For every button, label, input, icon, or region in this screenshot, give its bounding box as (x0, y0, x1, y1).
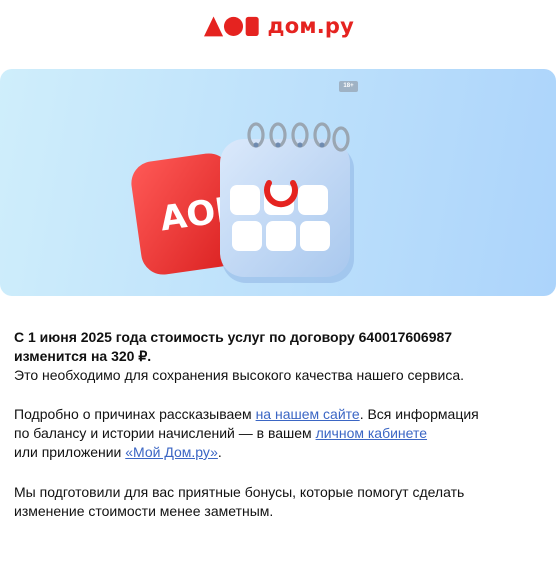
details-text-4: или приложении (14, 444, 126, 460)
dom-ru-logo-text: дом.ру (267, 14, 354, 38)
dom-ru-logo-mark-icon (204, 16, 259, 37)
details-text-5: . (217, 444, 222, 460)
calendar-icon (220, 122, 354, 283)
age-rating-badge: 18+ (339, 81, 358, 92)
site-link[interactable]: на нашем сайте (256, 406, 360, 422)
details-text-1: Подробно о причинах рассказываем (14, 406, 256, 422)
dom-ru-logo[interactable]: дом.ру (204, 13, 354, 39)
price-change-heading-line1: С 1 июня 2025 года стоимость услуг по до… (14, 329, 453, 345)
bonus-text-line2: изменение стоимости менее заметным. (14, 503, 274, 519)
bonus-paragraph: Мы подготовили для вас приятные бонусы, … (14, 483, 534, 521)
personal-cabinet-link[interactable]: личном кабинете (316, 425, 427, 441)
price-change-heading: С 1 июня 2025 года стоимость услуг по до… (14, 328, 534, 366)
bonus-text-line1: Мы подготовили для вас приятные бонусы, … (14, 484, 465, 500)
promo-banner: 18+ АОЙ (0, 69, 556, 296)
details-text-2: . Вся информация (359, 406, 479, 422)
details-text-3: по балансу и истории начислений — в ваше… (14, 425, 316, 441)
calendar-illustration: АОЙ (131, 122, 354, 283)
email-body: С 1 июня 2025 года стоимость услуг по до… (14, 328, 534, 521)
reason-text: Это необходимо для сохранения высокого к… (14, 367, 465, 383)
email-header: дом.ру (0, 0, 556, 64)
my-dom-ru-app-link[interactable]: «Мой Дом.ру» (125, 444, 218, 460)
price-change-heading-line2: изменится на 320 ₽. (14, 348, 152, 364)
details-paragraph: Подробно о причинах рассказываем на наше… (14, 405, 534, 462)
